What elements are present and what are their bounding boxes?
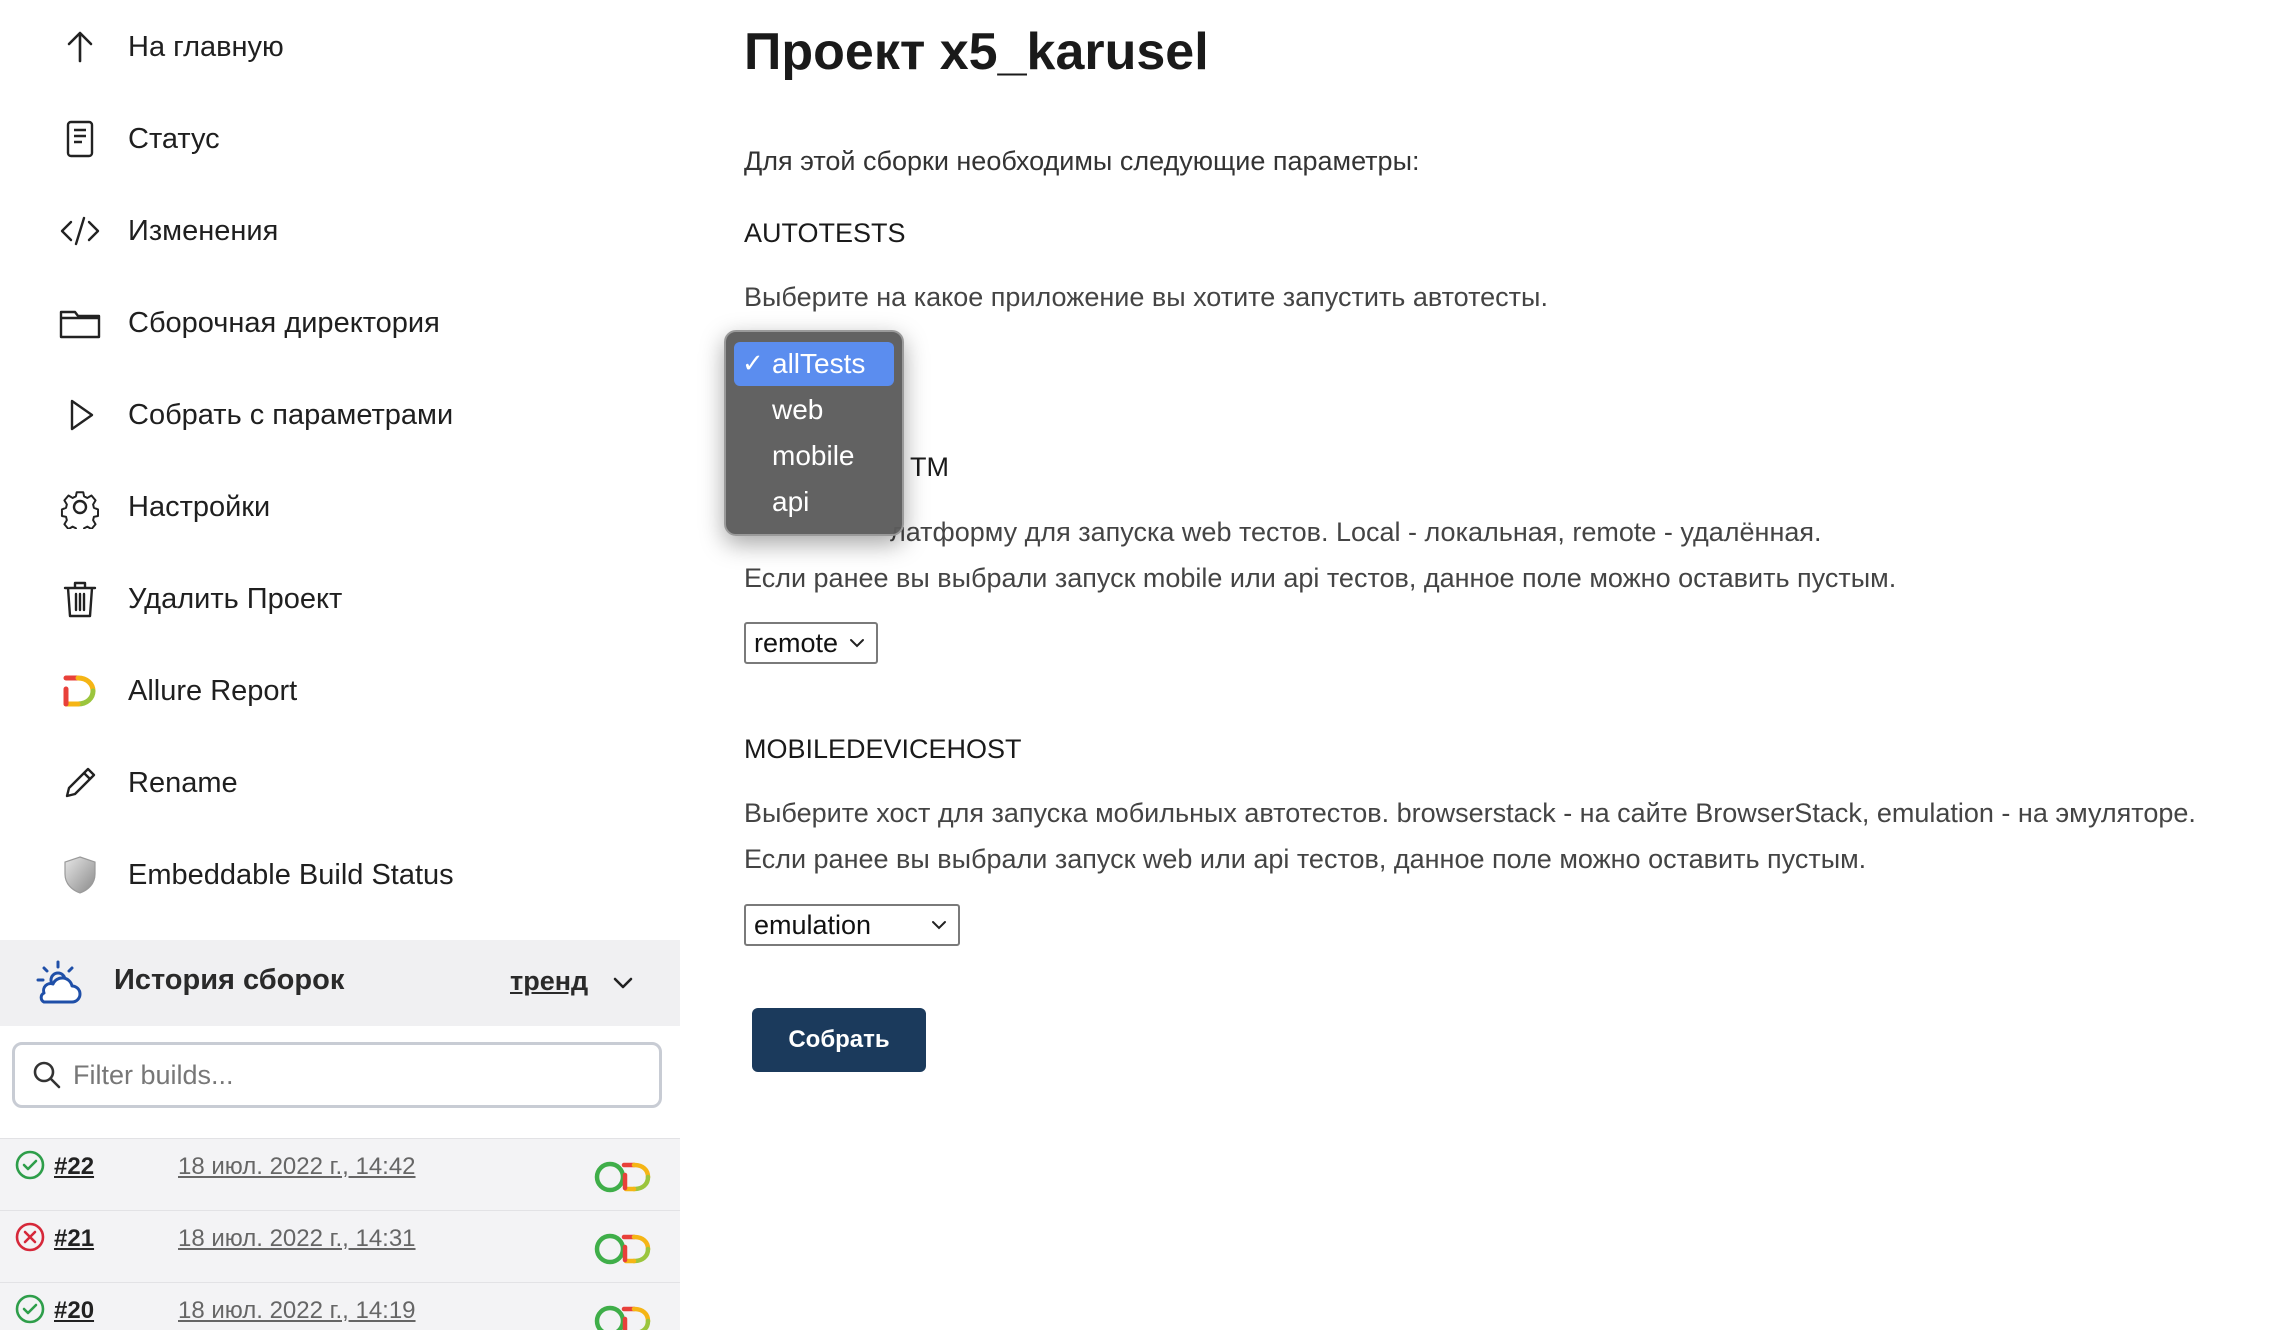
nav-delete-project[interactable]: Удалить Проект [52,564,652,634]
nav-allure-report[interactable]: Allure Report [52,656,652,726]
mobiledevicehost-select[interactable]: emulation [744,904,960,946]
main-content: Проект x5_karusel Для этой сборки необхо… [744,0,2284,1330]
arrow-up-icon [52,19,108,75]
build-date-link[interactable]: 18 июл. 2022 г., 14:19 [178,1297,416,1325]
param-mobiledevicehost-desc-line2: Если ранее вы выбрали запуск web или api… [744,844,1867,874]
param-platform-name: ТМ [910,452,949,482]
chevron-down-icon[interactable] [608,968,638,998]
nav-workspace[interactable]: Сборочная директория [52,288,652,358]
build-row[interactable]: #21 18 июл. 2022 г., 14:31 [0,1210,680,1282]
submit-build-button[interactable]: Собрать [752,1008,926,1072]
dropdown-option-label: mobile [772,440,855,471]
param-mobiledevicehost-desc-line1: Выберите хост для запуска мобильных авто… [744,798,2196,828]
dropdown-option-label: allTests [772,348,866,379]
search-icon [33,1061,61,1089]
dropdown-option-label: api [772,486,810,517]
nav-delete-project-label: Удалить Проект [128,582,343,615]
param-platform-desc-line1: латформу для запуска web тестов. Local -… [890,517,1822,547]
trash-icon [52,571,108,627]
param-platform-desc-line2: Если ранее вы выбрали запуск mobile или … [744,563,1897,593]
trend-link[interactable]: тренд [510,966,588,997]
allure-badge-icon[interactable] [592,1303,658,1330]
dropdown-option-web[interactable]: web [734,388,894,432]
nav-embeddable-build-status[interactable]: Embeddable Build Status [52,840,652,910]
weather-cloud-icon [30,956,86,1012]
nav-allure-report-label: Allure Report [128,674,298,707]
nav-home[interactable]: На главную [52,12,652,82]
allure-badge-icon[interactable] [592,1159,658,1195]
dropdown-option-label: web [772,394,824,425]
params-intro: Для этой сборки необходимы следующие пар… [744,146,1420,176]
autotests-dropdown-menu[interactable]: ✓ allTests web mobile api [724,330,904,536]
build-number-link[interactable]: #20 [54,1297,94,1325]
folder-icon [52,295,108,351]
nav-rename-label: Rename [128,766,238,799]
filter-builds-input[interactable] [73,1059,633,1091]
success-check-icon [14,1149,46,1181]
nav-build-with-params[interactable]: Собрать с параметрами [52,380,652,450]
document-icon [52,111,108,167]
param-mobiledevicehost-name: MOBILEDEVICEHOST [744,734,1022,764]
nav-build-with-params-label: Собрать с параметрами [128,398,454,431]
nav-changes[interactable]: Изменения [52,196,652,266]
pencil-icon [52,755,108,811]
platform-select[interactable]: remote [744,622,878,664]
nav-status-label: Статус [128,122,220,155]
dropdown-option-alltests[interactable]: ✓ allTests [734,342,894,386]
allure-icon [52,663,108,719]
build-number-link[interactable]: #21 [54,1225,94,1253]
build-row[interactable]: #22 18 июл. 2022 г., 14:42 [0,1138,680,1210]
build-date-link[interactable]: 18 июл. 2022 г., 14:31 [178,1225,416,1253]
platform-select-value: remote [754,627,839,658]
nav-changes-label: Изменения [128,214,279,247]
dropdown-option-api[interactable]: api [734,480,894,524]
nav-status[interactable]: Статус [52,104,652,174]
chevron-down-icon [850,639,864,648]
build-row[interactable]: #20 18 июл. 2022 г., 14:19 [0,1282,680,1330]
build-number-link[interactable]: #22 [54,1153,94,1181]
nav-workspace-label: Сборочная директория [128,306,440,339]
allure-badge-icon[interactable] [592,1231,658,1267]
nav-embeddable-build-status-label: Embeddable Build Status [128,858,454,891]
shield-icon [52,847,108,903]
param-autotests-name: AUTOTESTS [744,218,906,248]
code-icon [52,203,108,259]
build-history-header: История сборок тренд [0,940,680,1026]
param-autotests-desc: Выберите на какое приложение вы хотите з… [744,282,1548,312]
chevron-down-icon [932,921,946,930]
sidebar: На главную Статус Изменения Сборочная ди… [0,0,680,1330]
checkmark-icon: ✓ [742,348,764,378]
nav-settings-label: Настройки [128,490,271,523]
build-history-title: История сборок [114,964,345,996]
nav-rename[interactable]: Rename [52,748,652,818]
mobiledevicehost-select-value: emulation [754,909,872,940]
filter-builds-box[interactable] [12,1042,662,1108]
nav-home-label: На главную [128,30,284,63]
nav-settings[interactable]: Настройки [52,472,652,542]
failure-x-icon [14,1221,46,1253]
build-date-link[interactable]: 18 июл. 2022 г., 14:42 [178,1153,416,1181]
success-check-icon [14,1293,46,1325]
page-title: Проект x5_karusel [744,23,1209,81]
gear-icon [52,479,108,535]
dropdown-option-mobile[interactable]: mobile [734,434,894,478]
play-icon [52,387,108,443]
